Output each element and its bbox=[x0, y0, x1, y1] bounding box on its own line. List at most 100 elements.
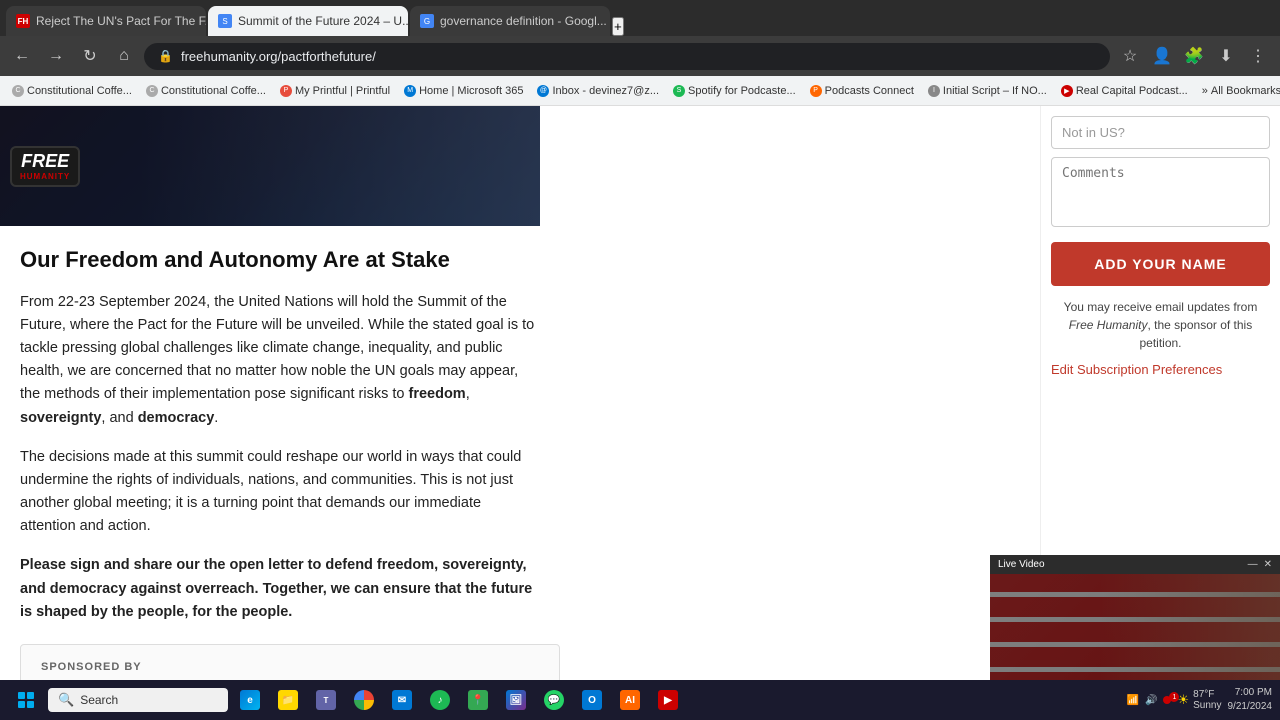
spotify-icon: ♪ bbox=[430, 690, 450, 710]
taskbar-app-mail[interactable]: ✉ bbox=[384, 682, 420, 718]
taskbar-app-outlook[interactable]: O bbox=[574, 682, 610, 718]
browser-chrome: FH Reject The UN's Pact For The F... ✕ S… bbox=[0, 0, 1280, 106]
address-bar[interactable]: 🔒 freehumanity.org/pactforthefuture/ bbox=[144, 43, 1110, 70]
tray-network[interactable]: 📶 bbox=[1127, 695, 1139, 706]
email-notice-prefix: You may receive email updates from bbox=[1064, 300, 1258, 314]
notification-badge[interactable]: 1 bbox=[1163, 696, 1171, 704]
video-minimize[interactable]: — bbox=[1248, 559, 1258, 570]
video-controls: — ✕ bbox=[1248, 559, 1272, 570]
bookmark-7[interactable]: P Podcasts Connect bbox=[806, 83, 918, 99]
edge-icon: e bbox=[240, 690, 260, 710]
system-tray: 📶 🔊 1 bbox=[1127, 695, 1172, 706]
bookmark-1[interactable]: C Constitutional Coffe... bbox=[8, 83, 136, 99]
bookmark-icon-5: @ bbox=[537, 85, 549, 97]
win-square-1 bbox=[18, 692, 25, 699]
sponsored-label: SPONSORED BY bbox=[41, 661, 539, 673]
tab-label-3: governance definition - Googl... bbox=[440, 14, 607, 28]
taskbar-app-edge[interactable]: e bbox=[232, 682, 268, 718]
tray-volume[interactable]: 🔊 bbox=[1145, 695, 1157, 706]
clock-time: 7:00 PM bbox=[1228, 686, 1273, 700]
tab-favicon-1: FH bbox=[16, 14, 30, 28]
article-paragraph-3: Please sign and share our the open lette… bbox=[20, 554, 540, 624]
taskbar-app-maps[interactable]: 📍 bbox=[460, 682, 496, 718]
comments-textarea[interactable] bbox=[1051, 157, 1270, 227]
bookmark-icon-7: P bbox=[810, 85, 822, 97]
tab-label-1: Reject The UN's Pact For The F... bbox=[36, 14, 206, 28]
taskbar-app-youtube[interactable]: ▶ bbox=[650, 682, 686, 718]
settings-icon[interactable]: ⋮ bbox=[1244, 42, 1272, 70]
taskbar-app-teams[interactable]: T bbox=[308, 682, 344, 718]
tab-favicon-2: S bbox=[218, 14, 232, 28]
bookmark-4[interactable]: M Home | Microsoft 365 bbox=[400, 83, 527, 99]
new-tab-button[interactable]: + bbox=[612, 17, 624, 36]
whatsapp-icon: 💬 bbox=[544, 690, 564, 710]
toolbar: ← → ↻ ⌂ 🔒 freehumanity.org/pactforthefut… bbox=[0, 36, 1280, 76]
maps-icon: 📍 bbox=[468, 690, 488, 710]
outlook-icon: O bbox=[582, 690, 602, 710]
article-paragraph-2: The decisions made at this summit could … bbox=[20, 446, 540, 539]
profile-icon[interactable]: 👤 bbox=[1148, 42, 1176, 70]
ai-icon: AI bbox=[620, 690, 640, 710]
bookmark-8[interactable]: I Initial Script – If NO... bbox=[924, 83, 1051, 99]
hero-image: FREE HUMANITY bbox=[0, 106, 540, 226]
taskbar-app-spotify[interactable]: ♪ bbox=[422, 682, 458, 718]
taskbar-app-chrome[interactable] bbox=[346, 682, 382, 718]
bookmark-icon-1: C bbox=[12, 85, 24, 97]
article-cta-bold: Please sign and share our the open lette… bbox=[20, 557, 532, 619]
edit-subscription-link[interactable]: Edit Subscription Preferences bbox=[1051, 362, 1270, 377]
taskbar-right: 📶 🔊 1 ☀ 87°F Sunny 7:00 PM 9/21/2024 bbox=[1127, 686, 1272, 714]
photos-icon: 🖼 bbox=[506, 690, 526, 710]
win-square-4 bbox=[27, 701, 34, 708]
article-paragraph-1: From 22-23 September 2024, the United Na… bbox=[20, 291, 540, 430]
bookmark-9[interactable]: ▶ Real Capital Podcast... bbox=[1057, 83, 1192, 99]
reload-button[interactable]: ↻ bbox=[76, 42, 104, 70]
clock-date: 9/21/2024 bbox=[1228, 700, 1273, 714]
back-button[interactable]: ← bbox=[8, 42, 36, 70]
tab-1[interactable]: FH Reject The UN's Pact For The F... ✕ bbox=[6, 6, 206, 36]
forward-button[interactable]: → bbox=[42, 42, 70, 70]
tab-bar: FH Reject The UN's Pact For The F... ✕ S… bbox=[0, 0, 1280, 36]
video-header: Live Video — ✕ bbox=[990, 555, 1280, 574]
tab-label-2: Summit of the Future 2024 – U... bbox=[238, 14, 408, 28]
extension-icon[interactable]: 🧩 bbox=[1180, 42, 1208, 70]
start-button[interactable] bbox=[8, 682, 44, 718]
weather-icon: ☀ bbox=[1177, 692, 1189, 708]
taskbar-app-photos[interactable]: 🖼 bbox=[498, 682, 534, 718]
download-icon[interactable]: ⬇ bbox=[1212, 42, 1240, 70]
search-icon: 🔍 bbox=[58, 692, 74, 708]
bookmark-icon-8: I bbox=[928, 85, 940, 97]
taskbar-search[interactable]: 🔍 Search bbox=[48, 688, 228, 712]
bold-democracy: democracy bbox=[138, 410, 215, 426]
mail-icon: ✉ bbox=[392, 690, 412, 710]
taskbar: 🔍 Search e 📁 T ✉ ♪ 📍 🖼 💬 O bbox=[0, 680, 1280, 720]
file-explorer-icon: 📁 bbox=[278, 690, 298, 710]
add-name-button[interactable]: ADD YOUR NAME bbox=[1051, 242, 1270, 286]
bookmark-5[interactable]: @ Inbox - devinez7@z... bbox=[533, 83, 663, 99]
windows-icon bbox=[18, 692, 34, 708]
tab-favicon-3: G bbox=[420, 14, 434, 28]
bookmark-6[interactable]: S Spotify for Podcaste... bbox=[669, 83, 800, 99]
article-title: Our Freedom and Autonomy Are at Stake bbox=[20, 246, 540, 275]
tab-2[interactable]: S Summit of the Future 2024 – U... ✕ bbox=[208, 6, 408, 36]
taskbar-app-whatsapp[interactable]: 💬 bbox=[536, 682, 572, 718]
taskbar-apps: e 📁 T ✉ ♪ 📍 🖼 💬 O AI bbox=[232, 682, 1123, 718]
url-display: freehumanity.org/pactforthefuture/ bbox=[181, 49, 1096, 64]
bookmark-all[interactable]: » All Bookmarks bbox=[1198, 83, 1280, 99]
bookmark-icon-4: M bbox=[404, 85, 416, 97]
clock-widget[interactable]: 7:00 PM 9/21/2024 bbox=[1228, 686, 1273, 714]
taskbar-app-file-explorer[interactable]: 📁 bbox=[270, 682, 306, 718]
bookmark-2[interactable]: C Constitutional Coffe... bbox=[142, 83, 270, 99]
weather-temp: 87°F bbox=[1193, 689, 1221, 700]
bookmark-star-icon[interactable]: ☆ bbox=[1116, 42, 1144, 70]
taskbar-app-ai[interactable]: AI bbox=[612, 682, 648, 718]
home-button[interactable]: ⌂ bbox=[110, 42, 138, 70]
not-in-us-input[interactable] bbox=[1051, 116, 1270, 149]
email-notice-brand: Free Humanity bbox=[1069, 318, 1148, 332]
bookmark-icon-6: S bbox=[673, 85, 685, 97]
win-square-2 bbox=[27, 692, 34, 699]
bookmark-3[interactable]: P My Printful | Printful bbox=[276, 83, 394, 99]
video-close[interactable]: ✕ bbox=[1264, 559, 1272, 570]
weather-widget: ☀ 87°F Sunny bbox=[1177, 689, 1221, 711]
tab-3[interactable]: G governance definition - Googl... ✕ bbox=[410, 6, 610, 36]
toolbar-icons: ☆ 👤 🧩 ⬇ ⋮ bbox=[1116, 42, 1272, 70]
